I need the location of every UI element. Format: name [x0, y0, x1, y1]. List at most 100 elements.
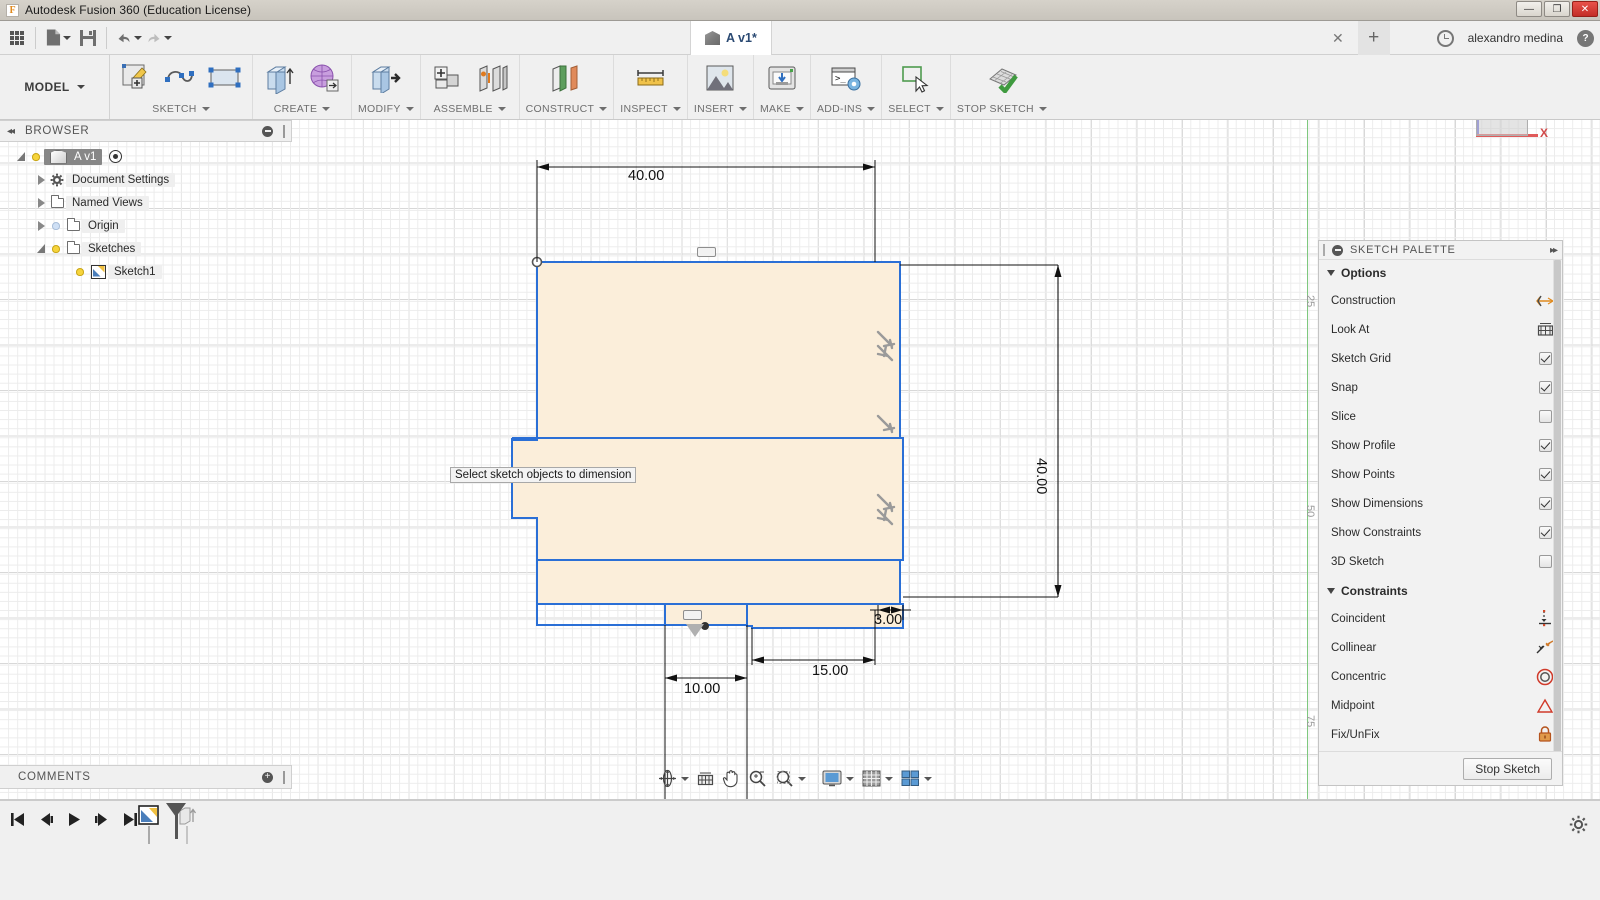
- save-icon[interactable]: [75, 25, 101, 51]
- ribbon-label-assemble[interactable]: ASSEMBLE: [434, 99, 506, 118]
- show-profile-checkbox[interactable]: [1538, 439, 1552, 452]
- finish-sketch-icon[interactable]: [981, 57, 1023, 99]
- palette-grip-icon[interactable]: [1323, 244, 1325, 256]
- press-pull-icon[interactable]: [365, 57, 407, 99]
- pan-button[interactable]: [719, 767, 743, 791]
- grid-snaps-button[interactable]: [859, 767, 896, 791]
- tree-item-origin[interactable]: Origin: [0, 214, 292, 237]
- chevron-down-icon[interactable]: [885, 776, 893, 781]
- step-back-button[interactable]: [34, 807, 58, 831]
- ribbon-label-make[interactable]: MAKE: [760, 99, 804, 118]
- new-document-icon[interactable]: [45, 25, 71, 51]
- palette-row-coincident[interactable]: Coincident: [1319, 604, 1562, 633]
- palette-minimize-icon[interactable]: [1332, 244, 1343, 256]
- chevron-down-icon[interactable]: [924, 776, 932, 781]
- palette-row-concentric[interactable]: Concentric: [1319, 662, 1562, 691]
- collapse-browser-icon[interactable]: ◂◂: [7, 126, 15, 137]
- comments-panel-header[interactable]: COMMENTS: [0, 765, 292, 789]
- horizontal-constraint-icon-top[interactable]: [697, 247, 716, 257]
- comments-grip-icon[interactable]: [283, 770, 285, 784]
- midpoint-constraint-icon[interactable]: [686, 624, 704, 637]
- palette-row-snap[interactable]: Snap: [1319, 373, 1562, 402]
- stop-sketch-button[interactable]: Stop Sketch: [1463, 757, 1552, 780]
- show-constraints-checkbox[interactable]: [1538, 526, 1552, 539]
- sketch-grid-checkbox[interactable]: [1538, 352, 1552, 365]
- timeline-settings-button[interactable]: [1569, 815, 1588, 839]
- zoom-button[interactable]: [745, 767, 770, 791]
- chevron-down-icon[interactable]: [798, 776, 806, 781]
- palette-row-midpoint[interactable]: Midpoint: [1319, 691, 1562, 720]
- horizontal-constraint-icon-bottom[interactable]: [683, 610, 702, 620]
- app-grid-icon[interactable]: [4, 25, 30, 51]
- palette-row-sketch-grid[interactable]: Sketch Grid: [1319, 344, 1562, 373]
- palette-row-3d-sketch[interactable]: 3D Sketch: [1319, 547, 1562, 576]
- dimension-label-top-width[interactable]: 40.00: [628, 168, 664, 184]
- browser-minimize-icon[interactable]: [262, 125, 273, 137]
- ribbon-label-select[interactable]: SELECT: [888, 99, 944, 118]
- measure-icon[interactable]: [630, 57, 672, 99]
- tree-item-a-v1[interactable]: A v1: [0, 145, 292, 168]
- user-name-label[interactable]: alexandro medina: [1468, 31, 1563, 45]
- new-tab-button[interactable]: +: [1357, 21, 1390, 55]
- close-button[interactable]: ✕: [1572, 1, 1598, 17]
- palette-row-look-at[interactable]: Look At: [1319, 315, 1562, 344]
- viewports-button[interactable]: [898, 767, 935, 791]
- ribbon-label-modify[interactable]: MODIFY: [358, 99, 414, 118]
- chevron-down-icon[interactable]: [846, 776, 854, 781]
- chevron-down-icon[interactable]: [63, 35, 71, 40]
- visibility-bulb-icon[interactable]: [48, 241, 64, 257]
- show-dimensions-checkbox[interactable]: [1538, 497, 1552, 510]
- workspace-switcher[interactable]: MODEL: [0, 55, 110, 119]
- ribbon-label-construct[interactable]: CONSTRUCT: [526, 99, 608, 118]
- jump-to-beginning-button[interactable]: [6, 807, 30, 831]
- look-at-button[interactable]: [694, 767, 717, 791]
- snap-checkbox[interactable]: [1538, 381, 1552, 394]
- step-forward-button[interactable]: [90, 807, 114, 831]
- ribbon-label-create[interactable]: CREATE: [274, 99, 331, 118]
- palette-scrollbar[interactable]: [1553, 260, 1562, 751]
- view-cube[interactable]: FRONT Z X: [1468, 120, 1548, 150]
- rectangle-icon[interactable]: [204, 57, 246, 99]
- zoom-window-button[interactable]: [772, 767, 809, 791]
- minimize-button[interactable]: —: [1516, 1, 1542, 17]
- insert-image-icon[interactable]: [699, 57, 741, 99]
- view-cube-front-face[interactable]: FRONT: [1476, 120, 1528, 136]
- new-component-icon[interactable]: [427, 57, 469, 99]
- play-button[interactable]: [62, 807, 86, 831]
- ribbon-label-sketch[interactable]: SKETCH: [152, 99, 210, 118]
- visibility-bulb-icon[interactable]: [28, 149, 44, 165]
- create-sketch-icon[interactable]: [116, 57, 158, 99]
- slice-checkbox[interactable]: [1538, 410, 1552, 423]
- ribbon-label-addins[interactable]: ADD-INS: [817, 99, 876, 118]
- palette-section-constraints[interactable]: Constraints: [1319, 576, 1562, 604]
- tree-item-document-settings[interactable]: Document Settings: [0, 168, 292, 191]
- tree-item-named-views[interactable]: Named Views: [0, 191, 292, 214]
- palette-row-collinear[interactable]: Collinear: [1319, 633, 1562, 662]
- palette-row-slice[interactable]: Slice: [1319, 402, 1562, 431]
- visibility-bulb-icon[interactable]: [72, 264, 88, 280]
- visibility-bulb-icon[interactable]: [48, 218, 64, 234]
- maximize-button[interactable]: ❐: [1544, 1, 1570, 17]
- ribbon-label-insert[interactable]: INSERT: [694, 99, 747, 118]
- expand-arrow-icon[interactable]: [34, 220, 48, 231]
- palette-section-options[interactable]: Options: [1319, 260, 1562, 286]
- activate-component-radio[interactable]: [109, 150, 123, 163]
- expand-arrow-icon[interactable]: [34, 244, 48, 253]
- orbit-button[interactable]: [655, 767, 692, 791]
- browser-grip-icon[interactable]: [283, 124, 285, 138]
- ribbon-label-stop-sketch[interactable]: STOP SKETCH: [957, 99, 1047, 118]
- show-points-checkbox[interactable]: [1538, 468, 1552, 481]
- ribbon-label-inspect[interactable]: INSPECT: [620, 99, 681, 118]
- tree-item-sketches[interactable]: Sketches: [0, 237, 292, 260]
- tab-close-icon[interactable]: ✕: [1332, 30, 1344, 47]
- scripts-addins-icon[interactable]: >_: [825, 57, 867, 99]
- undo-icon[interactable]: [116, 25, 142, 51]
- dimension-label-notch-width[interactable]: 15.00: [812, 663, 848, 679]
- chevron-down-icon[interactable]: [134, 35, 142, 40]
- dimension-label-right-height[interactable]: 40.00: [1033, 458, 1049, 494]
- palette-row-show-dimensions[interactable]: Show Dimensions: [1319, 489, 1562, 518]
- joint-icon[interactable]: [471, 57, 513, 99]
- dimension-label-tab-width[interactable]: 10.00: [684, 681, 720, 697]
- add-comment-icon[interactable]: [262, 771, 273, 783]
- offset-plane-icon[interactable]: [545, 57, 587, 99]
